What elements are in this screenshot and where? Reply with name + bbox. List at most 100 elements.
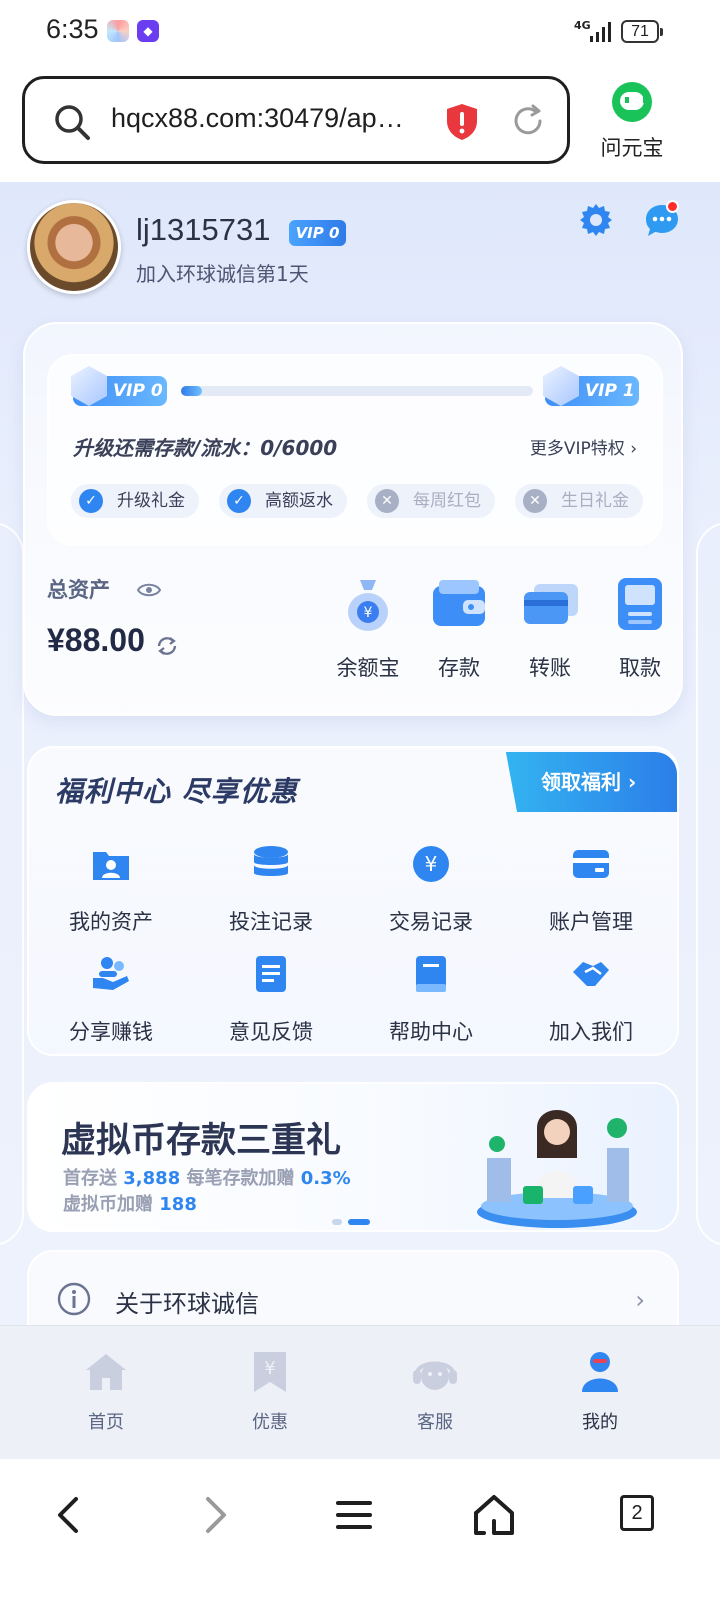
banner-text: 首存送: [63, 1168, 124, 1189]
carousel-dot[interactable]: [332, 1219, 342, 1225]
document-icon: [256, 956, 286, 992]
grid-feedback[interactable]: 意见反馈: [211, 954, 331, 1046]
perk-weekly-redpacket: ✕ 每周红包: [367, 484, 495, 518]
tab-offers[interactable]: ¥ 优惠: [220, 1348, 320, 1434]
share-hand-icon: [93, 957, 129, 990]
address-bar[interactable]: hqcx88.com:30479/ap…: [22, 76, 570, 164]
transfer-button[interactable]: 转账: [505, 574, 595, 682]
tab-label: 客服: [417, 1412, 453, 1433]
tab-home[interactable]: 首页: [56, 1348, 156, 1434]
perk-label: 升级礼金: [117, 491, 185, 511]
quick-action-label: 取款: [619, 656, 661, 680]
grid-account-management[interactable]: 账户管理: [531, 844, 651, 936]
grid-label: 交易记录: [389, 910, 473, 934]
grid-share-earn[interactable]: 分享赚钱: [51, 954, 171, 1046]
tab-label: 我的: [582, 1412, 618, 1433]
cross-icon: ✕: [523, 489, 547, 513]
status-time: 6:35: [46, 14, 99, 44]
app-notification-icon: [107, 20, 129, 42]
banner-highlight: 188: [159, 1194, 197, 1215]
svg-text:¥: ¥: [264, 1358, 275, 1379]
security-warning-icon[interactable]: [445, 103, 479, 141]
gear-icon[interactable]: [578, 202, 614, 238]
menu-icon[interactable]: [328, 1489, 380, 1541]
unread-dot: [666, 200, 679, 213]
quick-action-label: 存款: [438, 656, 480, 680]
url-text[interactable]: hqcx88.com:30479/ap…: [111, 103, 404, 134]
forward-icon[interactable]: [188, 1489, 240, 1541]
banner-highlight: 3,888: [123, 1168, 181, 1189]
vip-progress-bar: [181, 386, 533, 396]
quick-action-label: 余额宝: [336, 656, 400, 680]
asset-card: VIP 0 VIP 1 升级还需存款/流水：0/6000 更多VIP特权 › ✓…: [23, 322, 683, 716]
welfare-center: 福利中心 尽享优惠 领取福利 › 我的资产 投注记录 ¥ 交易记录 账户管理 分…: [27, 746, 679, 1056]
banner-text: 虚拟币加赠: [63, 1194, 160, 1215]
banner-title: 虚拟币存款三重礼: [61, 1121, 342, 1161]
grid-label: 意见反馈: [229, 1020, 313, 1044]
tab-mine[interactable]: 我的: [550, 1348, 650, 1434]
withdraw-button[interactable]: 取款: [595, 574, 685, 682]
tab-count-button[interactable]: 2: [620, 1495, 654, 1531]
grid-bet-records[interactable]: 投注记录: [211, 844, 331, 936]
grid-label: 加入我们: [549, 1020, 633, 1044]
database-icon: [254, 846, 288, 876]
grid-join-us[interactable]: 加入我们: [531, 954, 651, 1046]
vip-progress-card: VIP 0 VIP 1 升级还需存款/流水：0/6000 更多VIP特权 › ✓…: [47, 354, 663, 546]
check-icon: ✓: [227, 489, 251, 513]
grid-label: 帮助中心: [389, 1020, 473, 1044]
search-icon: [55, 105, 90, 140]
assistant-button[interactable]: 问元宝: [590, 82, 674, 162]
carousel-dots: [332, 1210, 376, 1229]
banner-highlight: 0.3%: [300, 1168, 351, 1189]
welfare-title: 福利中心 尽享优惠: [55, 775, 298, 808]
banner-line-1: 首存送 3,888 每笔存款加赠 0.3%: [63, 1164, 351, 1190]
refresh-icon[interactable]: [155, 634, 179, 658]
perk-rebate: ✓ 高额返水: [219, 484, 347, 518]
current-vip-badge: VIP 0: [73, 376, 167, 406]
yen-coin-icon: ¥: [413, 846, 449, 882]
yuebao-button[interactable]: ¥ 余额宝: [323, 574, 413, 682]
cross-icon: ✕: [375, 489, 399, 513]
assistant-icon: [612, 82, 652, 122]
reload-icon[interactable]: [511, 104, 545, 138]
grid-label: 账户管理: [549, 910, 633, 934]
promo-banner[interactable]: 虚拟币存款三重礼 首存送 3,888 每笔存款加赠 0.3% 虚拟币加赠 188: [27, 1082, 679, 1232]
card-icon: [573, 850, 609, 878]
eye-icon[interactable]: [137, 582, 161, 598]
battery-indicator: 71: [621, 20, 663, 43]
avatar[interactable]: [27, 200, 121, 294]
back-icon[interactable]: [44, 1489, 96, 1541]
tab-support[interactable]: 客服: [385, 1348, 485, 1434]
headset-icon: [413, 1361, 457, 1390]
grid-help-center[interactable]: 帮助中心: [371, 954, 491, 1046]
money-bag-icon: ¥: [348, 580, 388, 631]
grid-my-assets[interactable]: 我的资产: [51, 844, 171, 936]
user-icon: [582, 1352, 618, 1392]
home-icon: [86, 1354, 126, 1390]
more-vip-link[interactable]: 更多VIP特权 ›: [530, 434, 637, 459]
about-row[interactable]: 关于环球诚信 ›: [27, 1250, 679, 1325]
bottom-tab-bar: 首页 ¥ 优惠 客服 我的: [0, 1325, 720, 1459]
browser-toolbar: hqcx88.com:30479/ap… 问元宝: [0, 64, 720, 182]
grid-label: 投注记录: [229, 910, 313, 934]
deposit-button[interactable]: 存款: [414, 574, 504, 682]
quick-action-label: 转账: [529, 656, 571, 680]
banner-illustration: [477, 1110, 637, 1228]
tab-label: 首页: [88, 1412, 124, 1433]
grid-transactions[interactable]: ¥ 交易记录: [371, 844, 491, 936]
home-nav-icon[interactable]: [468, 1489, 520, 1541]
atm-icon: [618, 578, 662, 630]
carousel-dot-active[interactable]: [348, 1219, 370, 1225]
svg-text:¥: ¥: [425, 852, 438, 876]
book-icon: [416, 956, 446, 992]
grid-label: 我的资产: [69, 910, 153, 934]
profile-page: lj1315731 VIP 0 加入环球诚信第1天 VIP 0 VIP 1 升级…: [0, 182, 720, 1325]
grid-label: 分享赚钱: [69, 1020, 153, 1044]
claim-welfare-button[interactable]: 领取福利 ›: [505, 752, 677, 812]
tab-label: 优惠: [252, 1412, 288, 1433]
status-bar: 6:35 ◆ 4G 71: [0, 0, 720, 64]
about-label: 关于环球诚信: [115, 1290, 259, 1318]
upgrade-requirement: 升级还需存款/流水：0/6000: [73, 436, 338, 460]
banner-text: 每笔存款加赠: [180, 1168, 301, 1189]
perk-birthday-bonus: ✕ 生日礼金: [515, 484, 643, 518]
